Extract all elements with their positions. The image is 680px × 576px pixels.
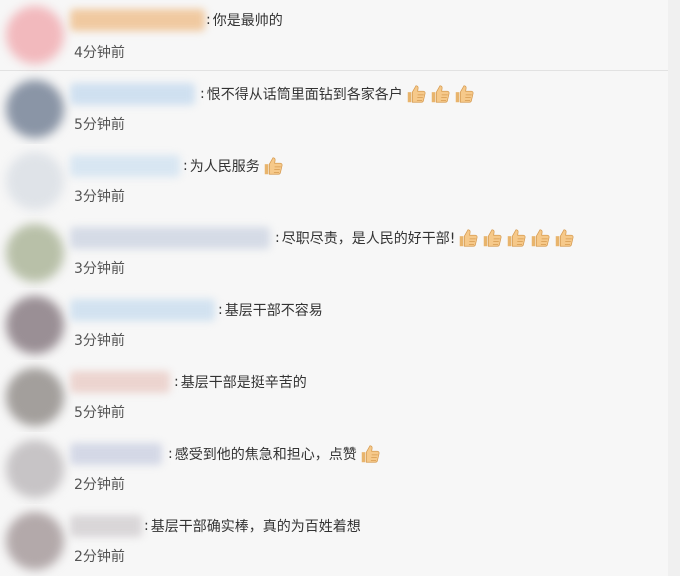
comment-row: : 基层干部是挺辛苦的 5分钟前: [0, 360, 668, 433]
avatar[interactable]: [6, 440, 64, 498]
thumbs-up-icon: [453, 83, 475, 105]
comment-list: : 你是最帅的 4分钟前 : 恨不得从话筒里面钻到各家各户 5分钟前 : 为人民服务 …: [0, 0, 680, 576]
thumbs-up-icon: [481, 227, 503, 249]
comment-time: 5分钟前: [74, 405, 125, 421]
comment-text: : 你是最帅的: [206, 12, 283, 29]
thumbs-up-icon: [357, 443, 381, 465]
comment-text: : 基层干部不容易: [218, 302, 323, 319]
thumbs-up-icon: [505, 227, 527, 249]
comment-time: 3分钟前: [74, 261, 125, 277]
thumbs-up-icon: [405, 83, 427, 105]
thumbs-up-icon: [553, 227, 575, 249]
comment-row: : 基层干部不容易 3分钟前: [0, 288, 668, 361]
username-blurred[interactable]: [70, 371, 170, 393]
username-blurred[interactable]: [70, 515, 142, 537]
comment-time: 2分钟前: [74, 477, 125, 493]
comment-text: : 尽职尽责，是人民的好干部!: [275, 227, 575, 249]
comment-row: : 尽职尽责，是人民的好干部! 3分钟前: [0, 216, 668, 289]
avatar[interactable]: [6, 6, 64, 64]
avatar[interactable]: [6, 80, 64, 138]
thumbs-up-icon: [529, 227, 551, 249]
comment-row: : 恨不得从话筒里面钻到各家各户 5分钟前: [0, 72, 668, 145]
username-blurred[interactable]: [70, 299, 215, 321]
comment-text: : 基层干部确实棒，真的为百姓着想: [144, 518, 361, 535]
comment-time: 5分钟前: [74, 117, 125, 133]
username-blurred[interactable]: [70, 9, 205, 31]
comment-text: : 恨不得从话筒里面钻到各家各户: [200, 83, 475, 105]
avatar[interactable]: [6, 512, 64, 570]
thumbs-up-icon: [260, 155, 284, 177]
scrollbar[interactable]: [668, 0, 680, 576]
thumbs-up-icon: [457, 227, 479, 249]
comment-text: : 感受到他的焦急和担心，点赞: [168, 443, 381, 465]
avatar[interactable]: [6, 368, 64, 426]
avatar[interactable]: [6, 296, 64, 354]
username-blurred[interactable]: [70, 227, 270, 249]
comment-row: : 你是最帅的 4分钟前: [0, 0, 668, 71]
thumbs-up-icon: [429, 83, 451, 105]
avatar[interactable]: [6, 224, 64, 282]
comment-text: : 基层干部是挺辛苦的: [174, 374, 307, 391]
avatar[interactable]: [6, 152, 64, 210]
comment-time: 3分钟前: [74, 333, 125, 349]
comment-time: 2分钟前: [74, 549, 125, 565]
username-blurred[interactable]: [70, 443, 162, 465]
comment-row: : 基层干部确实棒，真的为百姓着想 2分钟前: [0, 504, 668, 576]
comment-row: : 为人民服务 3分钟前: [0, 144, 668, 217]
comment-text: : 为人民服务: [183, 155, 284, 177]
comment-time: 3分钟前: [74, 189, 125, 205]
thumbs-up-icon: [262, 155, 284, 177]
thumbs-up-icon: [359, 443, 381, 465]
thumbs-up-icon: [455, 227, 575, 249]
username-blurred[interactable]: [70, 83, 195, 105]
username-blurred[interactable]: [70, 155, 180, 177]
comment-row: : 感受到他的焦急和担心，点赞 2分钟前: [0, 432, 668, 505]
thumbs-up-icon: [403, 83, 475, 105]
comment-time: 4分钟前: [74, 45, 125, 61]
